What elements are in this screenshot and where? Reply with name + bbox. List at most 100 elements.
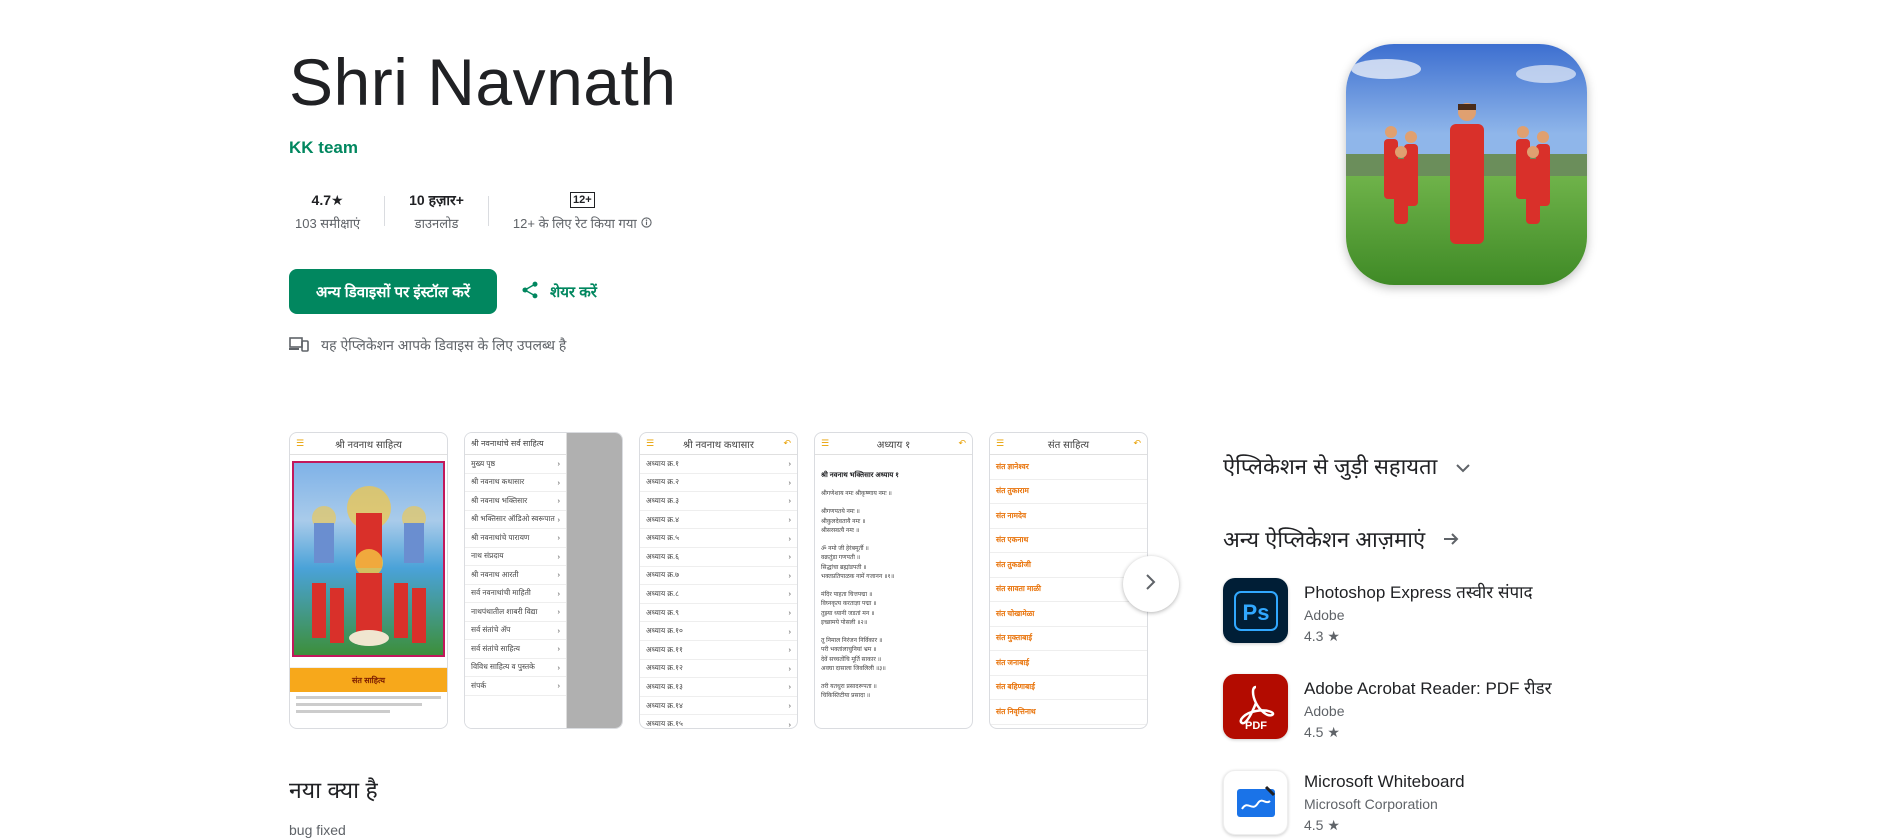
list-item-label: संत बहिणाबाई <box>996 682 1035 692</box>
list-item: श्री नवनाथ आरती › <box>465 566 566 585</box>
microsoft-whiteboard-icon <box>1223 770 1288 835</box>
chevron-right-icon: › <box>557 681 561 691</box>
carousel-next-button[interactable] <box>1123 556 1179 612</box>
list-item-label: अध्याय क्र.१० <box>646 626 683 636</box>
text-line: तू निमाल निरंजन निर्विकार ॥ <box>821 638 883 645</box>
list-item-label: संत निवृत्तिनाथ <box>996 706 1036 716</box>
list-item: नाथ संप्रदाय › <box>465 548 566 566</box>
chevron-right-icon: › <box>788 533 792 543</box>
text-line: मंदिर पाहता चित्तपद्मा ॥ <box>821 592 873 599</box>
drawer-menu: मुख्य पृष्ठ › श्री नवनाथ कथासार › श्री नवनाथ… <box>465 455 566 696</box>
svg-text:PDF: PDF <box>1245 720 1267 731</box>
chevron-right-icon: › <box>557 551 561 561</box>
share-icon <box>520 280 540 304</box>
list-item-label: सर्व संतांचे साहित्य <box>471 643 520 653</box>
list-item: अध्याय क्र.८ › <box>640 585 797 604</box>
app-rating: 4.5 ★ <box>1304 817 1340 833</box>
list-item: संत सोपानदेव <box>990 725 1147 729</box>
list-item: नाथपंथातील शाबरी विद्या › <box>465 603 566 622</box>
list-item-label: संत चोखामेळा <box>996 608 1035 618</box>
text-line <box>821 582 966 591</box>
list-item-label: अध्याय क्र.१ <box>646 458 680 468</box>
chevron-right-icon: › <box>788 515 792 525</box>
list-item-label: अध्याय क्र.१५ <box>646 719 683 729</box>
app-developer: Adobe <box>1304 703 1345 719</box>
chevron-right-icon <box>1144 572 1158 597</box>
text-line: सिद्धांचा ब्रह्मांडपती ॥ <box>821 564 867 571</box>
menu-icon: ☰ <box>646 438 655 448</box>
chevron-right-icon: › <box>788 477 792 487</box>
list-item: श्री नवनाथांचे पारायण › <box>465 529 566 548</box>
chevron-right-icon: › <box>788 719 792 729</box>
share-button[interactable]: शेयर करें <box>520 280 597 304</box>
text-line: परी भक्तांलाचुनियां भ्रम ॥ <box>821 647 877 654</box>
menu-icon: ☰ <box>821 438 830 448</box>
age-rating-stat: 12+ 12+ के लिए रेट किया गया <box>489 190 676 232</box>
similar-app-item[interactable]: PDF Adobe Acrobat Reader: PDF रीडर Adobe… <box>1223 674 1552 741</box>
text-line: श्रीसरस्वत्यै नमः ॥ <box>821 527 860 534</box>
list-item-label: सर्व संतांचे ॲप <box>471 625 511 635</box>
chapter-list: अध्याय क्र.१ › अध्याय क्र.२ › अध्याय क्र.३ › अ… <box>640 455 797 729</box>
downloads-value: 10 हज़ार+ <box>409 191 464 208</box>
reviews-count[interactable]: 103 समीक्षाएं <box>295 214 360 232</box>
list-item: सर्व संतांचे साहित्य › <box>465 640 566 659</box>
list-item-label: संपर्क <box>471 680 487 690</box>
list-item: संत एकनाथ <box>990 529 1147 553</box>
list-item: विविध साहित्य व पुस्तके › <box>465 659 566 677</box>
chapter-text: श्रीगणेशाय नमः श्रीकृष्णाय नमः ॥ श्रीगणपत… <box>821 490 966 702</box>
list-item: अध्याय क्र.१० › <box>640 622 797 641</box>
similar-apps-section[interactable]: अन्य ऐप्लिकेशन आज़माएं <box>1223 524 1459 554</box>
app-support-section[interactable]: ऐप्लिकेशन से जुड़ी सहायता <box>1223 451 1471 481</box>
list-item-label: श्री नवनाथांचे पारायण <box>471 532 530 542</box>
install-button[interactable]: अन्य डिवाइसों पर इंस्टॉल करें <box>289 269 497 314</box>
list-item: श्री नवनाथ भक्तिसार › <box>465 492 566 511</box>
chevron-right-icon: › <box>788 682 792 692</box>
list-item-label: नाथ संप्रदाय <box>471 551 504 561</box>
list-item: संत ज्ञानेश्वर <box>990 455 1147 480</box>
list-item: संत निवृत्तिनाथ <box>990 700 1147 725</box>
chevron-right-icon: › <box>557 496 561 506</box>
list-item: अध्याय क्र.९ › <box>640 604 797 623</box>
developer-link[interactable]: KK team <box>289 138 358 158</box>
screenshot-3[interactable]: ☰ श्री नवनाथ कथासार ↶ अध्याय क्र.१ › अध्याय … <box>639 432 798 729</box>
menu-icon: ☰ <box>996 438 1005 448</box>
list-item: अध्याय क्र.१४ › <box>640 697 797 716</box>
list-item-label: अध्याय क्र.९ <box>646 607 680 617</box>
acrobat-reader-icon: PDF <box>1223 674 1288 739</box>
screenshot-4[interactable]: ☰ अध्याय १ ↶ श्री नवनाथ भक्तिसार अध्याय १ … <box>814 432 973 729</box>
screenshots-carousel[interactable]: ☰ श्री नवनाथ साहित्य संत साहित्य श्री नव… <box>289 432 1148 729</box>
similar-app-item[interactable]: Microsoft Whiteboard Microsoft Corporati… <box>1223 770 1465 835</box>
screenshot-1[interactable]: ☰ श्री नवनाथ साहित्य संत साहित्य <box>289 432 448 729</box>
text-line: श्रीगणेशाय नमः श्रीकृष्णाय नमः ॥ <box>821 491 892 497</box>
list-item: संत नामदेव <box>990 504 1147 529</box>
similar-app-item[interactable]: Ps Photoshop Express तस्वीर संपाद Adobe … <box>1223 578 1533 645</box>
chevron-right-icon: › <box>557 607 561 617</box>
chevron-right-icon: › <box>557 459 561 469</box>
chevron-right-icon: › <box>557 570 561 580</box>
text-line: तरी यतधुरा प्रसादरूपता ॥ <box>821 684 877 691</box>
list-item-label: संत तुकाराम <box>996 486 1029 496</box>
chevron-right-icon: › <box>788 589 792 599</box>
chevron-right-icon: › <box>788 645 792 655</box>
screenshot-2[interactable]: श्री नवनाथांचे सर्व साहित्य मुख्य पृष्ठ ›… <box>464 432 623 729</box>
list-item: श्री नवनाथ कथासार › <box>465 474 566 492</box>
list-item: सर्व नवनाथांची माहिती › <box>465 585 566 603</box>
rating-stat: 4.7★ 103 समीक्षाएं <box>289 190 384 232</box>
text-line: ॐ नमो जी हेरंबमूर्ती ॥ <box>821 546 869 553</box>
info-icon[interactable] <box>641 216 652 231</box>
downloads-label: डाउनलोड <box>414 216 459 231</box>
list-item: अध्याय क्र.६ › <box>640 548 797 567</box>
arrow-right-icon <box>1443 526 1459 552</box>
app-title: Shri Navnath <box>289 45 677 119</box>
age-rating-label: 12+ के लिए रेट किया गया <box>512 216 637 231</box>
list-item-label: अध्याय क्र.६ <box>646 551 680 561</box>
chevron-right-icon: › <box>788 626 792 636</box>
chevron-right-icon: › <box>788 701 792 711</box>
age-rating-badge: 12+ <box>570 192 595 208</box>
list-item: अध्याय क्र.२ › <box>640 474 797 493</box>
chevron-right-icon: › <box>557 514 561 524</box>
photoshop-express-icon: Ps <box>1223 578 1288 643</box>
chevron-right-icon: › <box>788 459 792 469</box>
list-item-label: अध्याय क्र.३ <box>646 495 680 505</box>
chevron-right-icon: › <box>788 570 792 580</box>
